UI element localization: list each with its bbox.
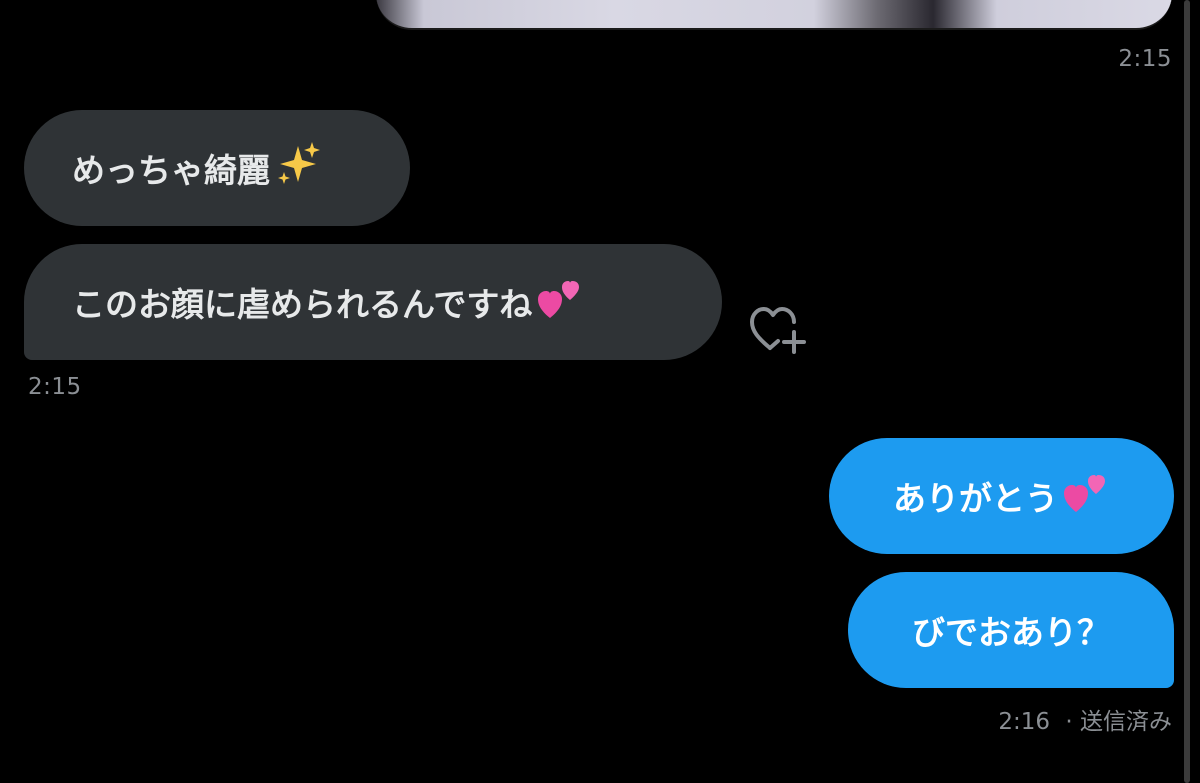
message-text: めっちゃ綺麗	[72, 151, 270, 190]
received-message-bubble[interactable]: このお顔に虐められるんですね	[24, 244, 722, 360]
message-text: びでおあり？	[912, 613, 1110, 652]
two-hearts-icon	[1062, 468, 1110, 524]
message-status: 2:16 · 送信済み	[998, 702, 1172, 736]
message-text: このお顔に虐められるんですね	[72, 285, 533, 324]
dm-conversation: 2:15 めっちゃ綺麗 このお顔に虐められるんですね 2:15 ありがとう びで…	[0, 0, 1200, 783]
message-timestamp: 2:16	[998, 709, 1051, 735]
sent-message-bubble[interactable]: ありがとう	[829, 438, 1174, 554]
received-message-bubble[interactable]: めっちゃ綺麗	[24, 110, 410, 226]
image-attachment[interactable]	[376, 0, 1172, 30]
sent-message-bubble[interactable]: びでおあり？	[848, 572, 1174, 688]
sent-status: · 送信済み	[1065, 709, 1172, 735]
message-timestamp: 2:15	[1118, 46, 1172, 72]
two-hearts-icon	[536, 274, 584, 330]
message-text: ありがとう	[893, 479, 1058, 518]
heart-plus-icon	[748, 307, 810, 358]
add-reaction-button[interactable]	[748, 302, 810, 354]
scrollbar[interactable]	[1184, 0, 1190, 783]
sparkles-icon	[274, 140, 322, 196]
message-timestamp: 2:15	[28, 374, 82, 400]
